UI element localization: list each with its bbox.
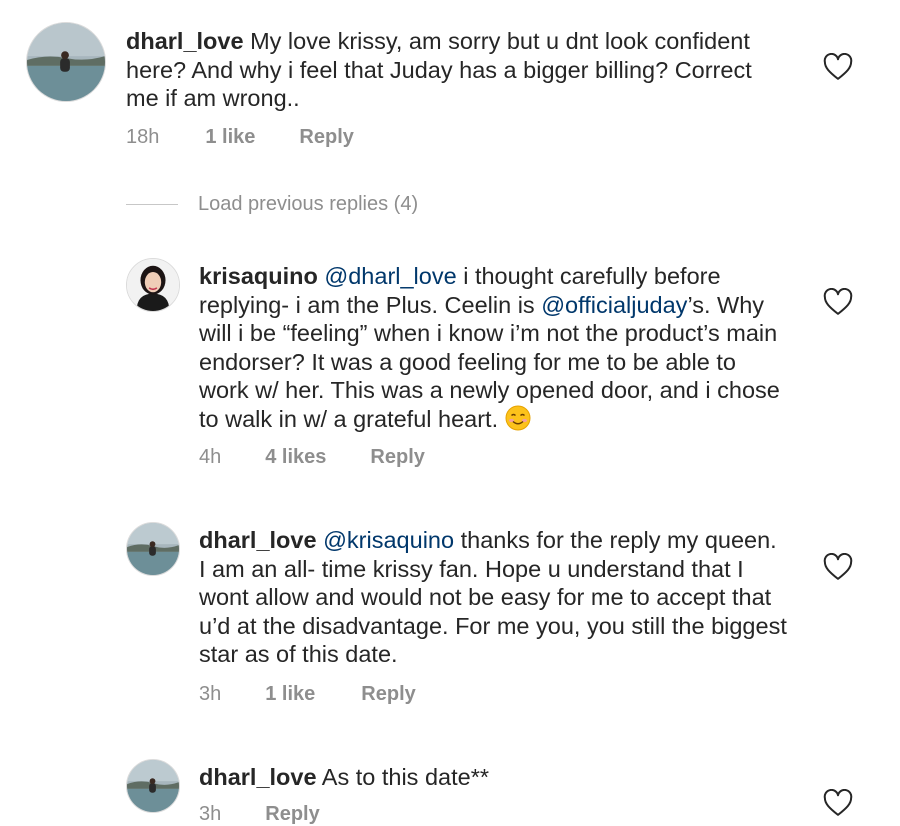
avatar[interactable] (126, 258, 180, 312)
mention-link[interactable]: @dharl_love (324, 263, 456, 289)
comment-body: As to this date** (316, 764, 489, 790)
comment-username[interactable]: krisaquino (199, 263, 318, 289)
reply-button[interactable]: Reply (361, 683, 415, 706)
heart-outline-icon (823, 789, 853, 816)
comment-time: 3h (199, 683, 222, 705)
like-button[interactable] (823, 789, 853, 817)
comment-meta: 3h 1 like Reply (199, 683, 416, 706)
comment-text: dharl_love My love krissy, am sorry but … (126, 27, 816, 113)
avatar-photo (127, 760, 179, 812)
comment-username[interactable]: dharl_love (126, 28, 244, 54)
avatar-photo (127, 523, 179, 575)
divider-line (126, 204, 178, 205)
comment-username[interactable]: dharl_love (199, 764, 317, 790)
likes-count[interactable]: 4 likes (265, 446, 326, 469)
comment-username[interactable]: dharl_love (199, 527, 317, 553)
load-previous-replies[interactable]: Load previous replies (4) (126, 193, 418, 216)
like-button[interactable] (823, 288, 853, 316)
comment-meta: 18h 1 like Reply (126, 126, 354, 149)
like-button[interactable] (823, 53, 853, 81)
avatar[interactable] (126, 759, 180, 813)
heart-outline-icon (823, 53, 853, 80)
avatar-photo (27, 23, 105, 101)
mention-link[interactable]: @officialjuday (541, 292, 687, 318)
comment-meta: 4h 4 likes Reply (199, 446, 425, 469)
comment-time: 18h (126, 126, 160, 148)
reply-button[interactable]: Reply (370, 446, 424, 469)
comment-text: dharl_love @krisaquino thanks for the re… (199, 526, 819, 669)
like-button[interactable] (823, 553, 853, 581)
smiling-face-emoji (505, 405, 531, 430)
heart-outline-icon (823, 288, 853, 315)
likes-count[interactable]: 1 like (265, 683, 315, 706)
mention-link[interactable]: @krisaquino (323, 527, 454, 553)
load-previous-label: Load previous replies (4) (198, 193, 419, 215)
comment-text: dharl_love As to this date** (199, 763, 819, 792)
likes-count[interactable]: 1 like (205, 126, 255, 149)
avatar-photo (127, 259, 179, 311)
avatar[interactable] (26, 22, 106, 102)
avatar[interactable] (126, 522, 180, 576)
comment-text: krisaquino @dharl_love i thought careful… (199, 262, 819, 433)
comment-time: 4h (199, 446, 222, 468)
heart-outline-icon (823, 553, 853, 580)
reply-button[interactable]: Reply (299, 126, 353, 149)
